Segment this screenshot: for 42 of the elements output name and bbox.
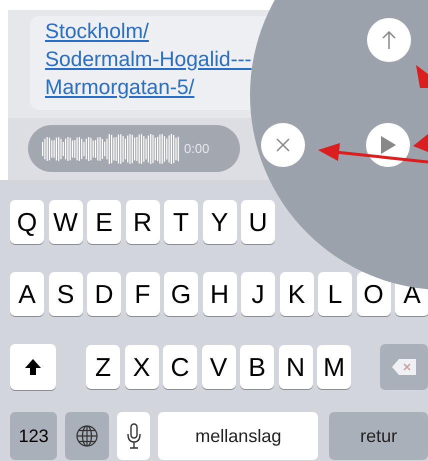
letter-key[interactable]: G: [164, 272, 198, 316]
letter-key[interactable]: F: [126, 272, 160, 316]
letter-key[interactable]: W: [48, 200, 82, 244]
send-button[interactable]: [367, 18, 411, 62]
microphone-icon: [126, 423, 142, 449]
play-button[interactable]: [366, 123, 410, 167]
letter-key[interactable]: V: [202, 345, 236, 389]
letter-key[interactable]: S: [48, 272, 82, 316]
letter-key[interactable]: N: [278, 345, 313, 389]
space-key[interactable]: mellanslag: [158, 412, 318, 460]
letter-key[interactable]: Z: [86, 345, 120, 389]
globe-key[interactable]: [65, 412, 109, 460]
shift-arrow-icon: [24, 358, 42, 376]
letter-key[interactable]: K: [280, 272, 314, 316]
backspace-icon: [391, 358, 418, 376]
numbers-key[interactable]: 123: [10, 412, 58, 460]
letter-key[interactable]: A: [10, 272, 44, 316]
cancel-button[interactable]: [261, 123, 305, 167]
letter-key[interactable]: X: [124, 345, 159, 389]
time-label: 0:00: [184, 140, 210, 158]
letter-key[interactable]: D: [87, 272, 121, 316]
letter-key[interactable]: L: [318, 272, 352, 316]
letter-key[interactable]: E: [87, 200, 121, 244]
letter-key[interactable]: R: [126, 200, 160, 244]
shift-key[interactable]: [10, 344, 56, 390]
letter-key[interactable]: J: [241, 272, 275, 316]
letter-key[interactable]: O: [356, 272, 390, 316]
letter-key[interactable]: T: [164, 200, 198, 244]
dictation-key[interactable]: [116, 412, 150, 460]
globe-icon: [75, 424, 100, 448]
up-arrow-icon: [381, 30, 397, 50]
letter-key[interactable]: U: [241, 200, 275, 244]
play-icon: [379, 135, 397, 155]
annotation-arrow: [416, 65, 428, 88]
return-key[interactable]: retur: [329, 412, 428, 460]
letter-key[interactable]: Q: [10, 200, 44, 244]
letter-key[interactable]: Y: [202, 200, 236, 244]
letter-key[interactable]: B: [240, 345, 274, 389]
letter-key[interactable]: H: [202, 272, 236, 316]
close-icon: [275, 137, 291, 153]
letter-key[interactable]: M: [317, 345, 352, 389]
letter-key[interactable]: C: [163, 345, 198, 389]
